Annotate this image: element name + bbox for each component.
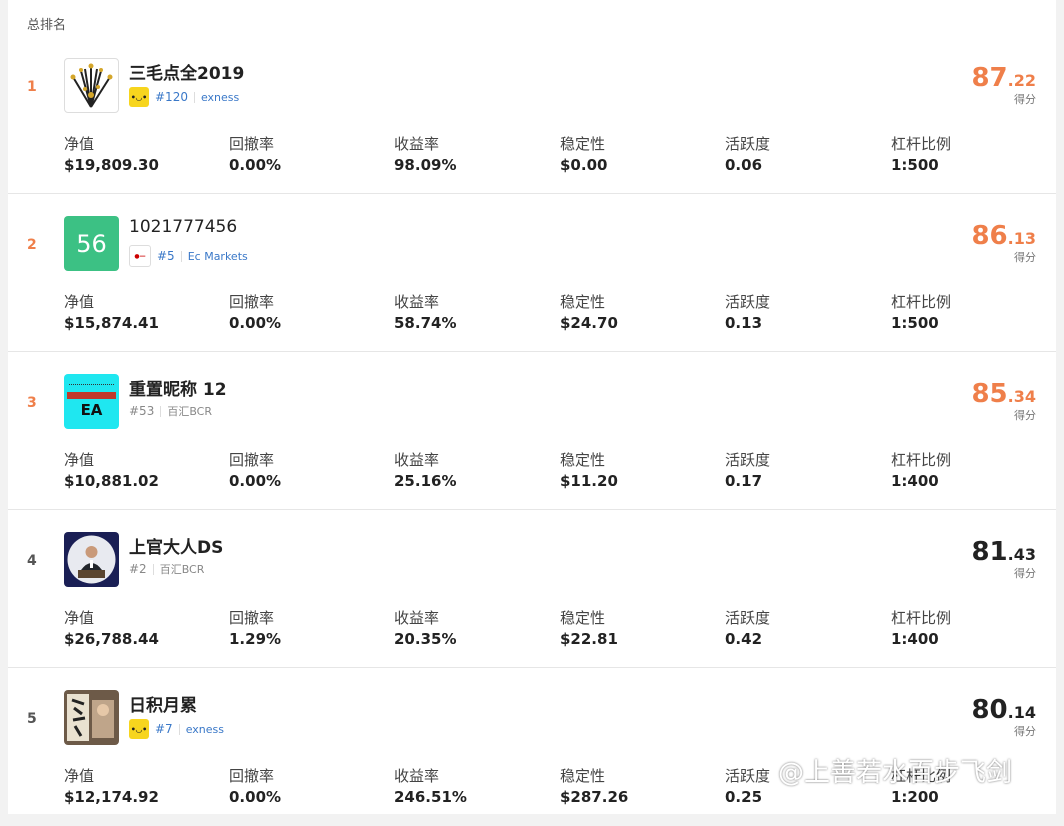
score-integer: 80 xyxy=(971,695,1008,725)
trader-meta: •◡• #120 exness xyxy=(129,87,239,107)
stat-leverage: 杠杆比例 1:400 xyxy=(891,609,952,648)
rank-number: 2 xyxy=(27,237,37,253)
stat-stability: 稳定性 $22.81 xyxy=(560,609,618,648)
score-decimal: .22 xyxy=(1007,71,1036,90)
score-label: 得分 xyxy=(1014,567,1036,580)
section-title: 总排名 xyxy=(27,18,67,33)
trader-name[interactable]: 三毛点全2019 xyxy=(129,59,244,84)
divider xyxy=(160,405,162,417)
avatar-text: EA xyxy=(80,401,103,419)
divider xyxy=(178,723,180,735)
broker-link[interactable]: Ec Markets xyxy=(188,250,248,263)
stat-return: 收益率 98.09% xyxy=(394,135,457,174)
score-label: 得分 xyxy=(1014,725,1036,738)
calligraphy-avatar[interactable] xyxy=(64,690,119,745)
divider xyxy=(180,250,182,262)
broker-rank: #53 xyxy=(129,404,155,418)
stat-activity: 活跃度 0.42 xyxy=(725,609,771,648)
divider xyxy=(193,91,195,103)
score-label: 得分 xyxy=(1014,409,1036,422)
score-label: 得分 xyxy=(1014,251,1036,264)
initials-avatar[interactable]: 56 xyxy=(64,216,119,271)
ec-markets-icon: ●— xyxy=(129,245,151,267)
stat-stability: 稳定性 $287.26 xyxy=(560,767,629,806)
stat-return: 收益率 20.35% xyxy=(394,609,457,648)
score-decimal: .14 xyxy=(1007,703,1036,722)
broker-badge-icon: •◡• xyxy=(129,87,149,107)
stat-activity: 活跃度 0.06 xyxy=(725,135,771,174)
stat-return: 收益率 25.16% xyxy=(394,451,457,490)
score: 86.13 得分 xyxy=(971,223,1036,263)
broker-name[interactable]: 百汇BCR xyxy=(167,403,212,419)
logo-banner xyxy=(67,392,116,399)
ea-logo-avatar[interactable]: EA xyxy=(64,374,119,429)
logo-decoration xyxy=(69,384,114,390)
score-decimal: .43 xyxy=(1007,545,1036,564)
stat-leverage: 杠杆比例 1:500 xyxy=(891,293,952,332)
rank-number: 3 xyxy=(27,395,37,411)
watermark: @上善若水百步飞剑 xyxy=(778,758,1013,788)
score-integer: 81 xyxy=(971,537,1008,567)
score: 87.22 得分 xyxy=(971,65,1036,105)
stat-stability: 稳定性 $0.00 xyxy=(560,135,608,174)
rank-number: 4 xyxy=(27,553,37,569)
trader-meta: #53 百汇BCR xyxy=(129,403,212,419)
stat-equity: 净值 $19,809.30 xyxy=(64,135,159,174)
rank-number: 5 xyxy=(27,711,37,727)
score: 85.34 得分 xyxy=(971,381,1036,421)
portrait-avatar[interactable] xyxy=(64,532,119,587)
trader-meta: •◡• #7 exness xyxy=(129,719,224,739)
score-decimal: .13 xyxy=(1007,229,1036,248)
broker-link[interactable]: exness xyxy=(186,723,224,736)
fireworks-avatar[interactable] xyxy=(64,58,119,113)
trader-name[interactable]: 重置昵称 12 xyxy=(129,375,227,400)
stat-stability: 稳定性 $24.70 xyxy=(560,293,618,332)
stat-activity: 活跃度 0.17 xyxy=(725,451,771,490)
broker-rank: #7 xyxy=(155,722,173,736)
trader-meta: ●— #5 Ec Markets xyxy=(129,245,248,267)
broker-name[interactable]: 百汇BCR xyxy=(160,561,205,577)
stat-drawdown: 回撤率 0.00% xyxy=(229,135,282,174)
broker-rank: #120 xyxy=(155,90,188,104)
stat-equity: 净值 $10,881.02 xyxy=(64,451,159,490)
ranking-panel: 总排名 1 三毛点全2019 •◡• #120 exness 87.22 得分 … xyxy=(8,0,1056,814)
ranking-row[interactable]: 3 EA 重置昵称 12 #53 百汇BCR 85.34 得分 净值 $10,88… xyxy=(8,353,1056,510)
score: 80.14 得分 xyxy=(971,697,1036,737)
trader-name[interactable]: 日积月累 xyxy=(129,691,197,716)
broker-link[interactable]: exness xyxy=(201,91,239,104)
stat-equity: 净值 $26,788.44 xyxy=(64,609,159,648)
stat-return: 收益率 246.51% xyxy=(394,767,467,806)
broker-rank: #2 xyxy=(129,562,147,576)
stat-drawdown: 回撤率 1.29% xyxy=(229,609,282,648)
score-integer: 87 xyxy=(971,63,1008,93)
stat-stability: 稳定性 $11.20 xyxy=(560,451,618,490)
stat-activity: 活跃度 0.25 xyxy=(725,767,771,806)
broker-badge-icon: •◡• xyxy=(129,719,149,739)
score: 81.43 得分 xyxy=(971,539,1036,579)
trader-meta: #2 百汇BCR xyxy=(129,561,204,577)
stat-return: 收益率 58.74% xyxy=(394,293,457,332)
score-integer: 85 xyxy=(971,379,1008,409)
stat-leverage: 杠杆比例 1:500 xyxy=(891,135,952,174)
stat-drawdown: 回撤率 0.00% xyxy=(229,451,282,490)
ranking-row[interactable]: 4 上官大人DS #2 百汇BCR 81.43 得分 净值 $26,788.44 … xyxy=(8,511,1056,668)
stat-drawdown: 回撤率 0.00% xyxy=(229,767,282,806)
score-label: 得分 xyxy=(1014,93,1036,106)
trader-name[interactable]: 1021777456 xyxy=(129,217,237,237)
score-decimal: .34 xyxy=(1007,387,1036,406)
ranking-row[interactable]: 2 56 1021777456 ●— #5 Ec Markets 86.13 得… xyxy=(8,195,1056,352)
stat-equity: 净值 $15,874.41 xyxy=(64,293,159,332)
ranking-row[interactable]: 5 日积月累 •◡• #7 exness 80.14 得分 净值 $12,174.… xyxy=(8,669,1056,826)
stat-leverage: 杠杆比例 1:400 xyxy=(891,451,952,490)
stat-equity: 净值 $12,174.92 xyxy=(64,767,159,806)
divider xyxy=(152,563,154,575)
broker-rank: #5 xyxy=(157,249,175,263)
rank-number: 1 xyxy=(27,79,37,95)
score-integer: 86 xyxy=(971,221,1008,251)
ranking-row[interactable]: 1 三毛点全2019 •◡• #120 exness 87.22 得分 净值 $… xyxy=(8,37,1056,194)
trader-name[interactable]: 上官大人DS xyxy=(129,533,223,558)
stat-activity: 活跃度 0.13 xyxy=(725,293,771,332)
stat-drawdown: 回撤率 0.00% xyxy=(229,293,282,332)
